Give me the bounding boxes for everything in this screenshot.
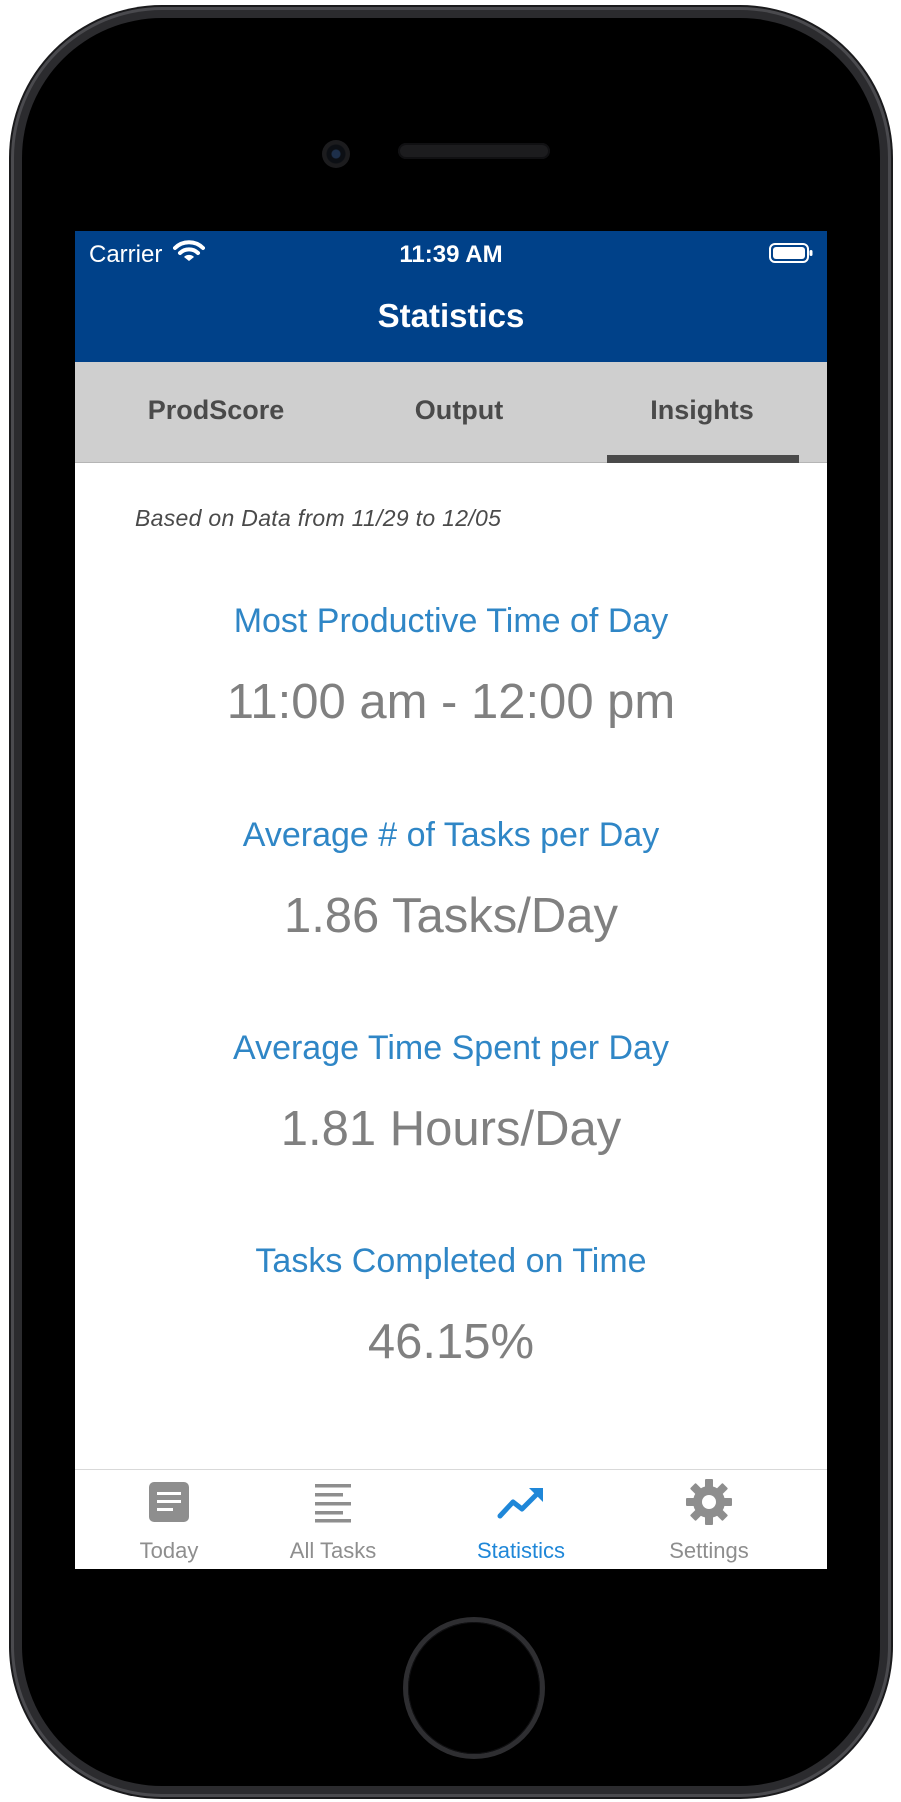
tab-insights[interactable]: Insights <box>607 362 797 462</box>
battery-icon <box>769 243 813 263</box>
mute-switch <box>12 244 20 310</box>
stat-value-on-time: 46.15% <box>367 1315 535 1369</box>
date-range-note: Based on Data from 11/29 to 12/05 <box>135 505 502 531</box>
stat-label-productive-time: Most Productive Time of Day <box>233 602 669 640</box>
volume-down-button <box>12 556 20 686</box>
stat-value-tasks-per-day: 1.86 Tasks/Day <box>283 889 619 943</box>
screen: Carrier 11:39 AM Statistics ProdScore Ou… <box>75 231 827 1569</box>
stat-label-on-time: Tasks Completed on Time <box>255 1242 647 1280</box>
tab-bar-label-settings: Settings <box>669 1538 749 1563</box>
tab-bar: Today All Tasks Statistics Settings <box>75 1469 827 1569</box>
earpiece-speaker <box>398 143 550 159</box>
status-time: 11:39 AM <box>399 241 503 268</box>
tab-bar-item-statistics[interactable]: Statistics <box>427 1470 615 1569</box>
home-button[interactable] <box>408 1622 540 1754</box>
tab-bar-label-statistics: Statistics <box>476 1538 566 1563</box>
tab-bar-item-settings[interactable]: Settings <box>615 1470 803 1569</box>
selected-tab-indicator <box>607 455 799 463</box>
tab-prodscore[interactable]: ProdScore <box>135 362 297 462</box>
stat-value-time-per-day: 1.81 Hours/Day <box>280 1102 622 1156</box>
tab-bar-label-today: Today <box>139 1538 199 1563</box>
volume-up-button <box>12 394 20 524</box>
power-button <box>880 394 888 524</box>
navigation-bar: Carrier 11:39 AM Statistics <box>75 231 827 362</box>
gear-icon <box>686 1479 732 1525</box>
tab-output[interactable]: Output <box>375 362 543 462</box>
document-icon <box>149 1482 189 1522</box>
tab-bar-item-today[interactable]: Today <box>75 1470 263 1569</box>
stat-value-productive-time: 11:00 am - 12:00 pm <box>226 675 676 729</box>
segment-tabs: ProdScore Output Insights <box>75 362 827 463</box>
tab-bar-label-all-tasks: All Tasks <box>289 1538 377 1563</box>
front-camera <box>322 140 350 168</box>
list-icon <box>315 1484 351 1523</box>
stat-label-tasks-per-day: Average # of Tasks per Day <box>242 816 660 854</box>
stat-label-time-per-day: Average Time Spent per Day <box>233 1029 669 1067</box>
tab-bar-item-all-tasks[interactable]: All Tasks <box>239 1470 427 1569</box>
trending-up-icon <box>497 1488 543 1519</box>
page-title: Statistics <box>377 297 525 334</box>
